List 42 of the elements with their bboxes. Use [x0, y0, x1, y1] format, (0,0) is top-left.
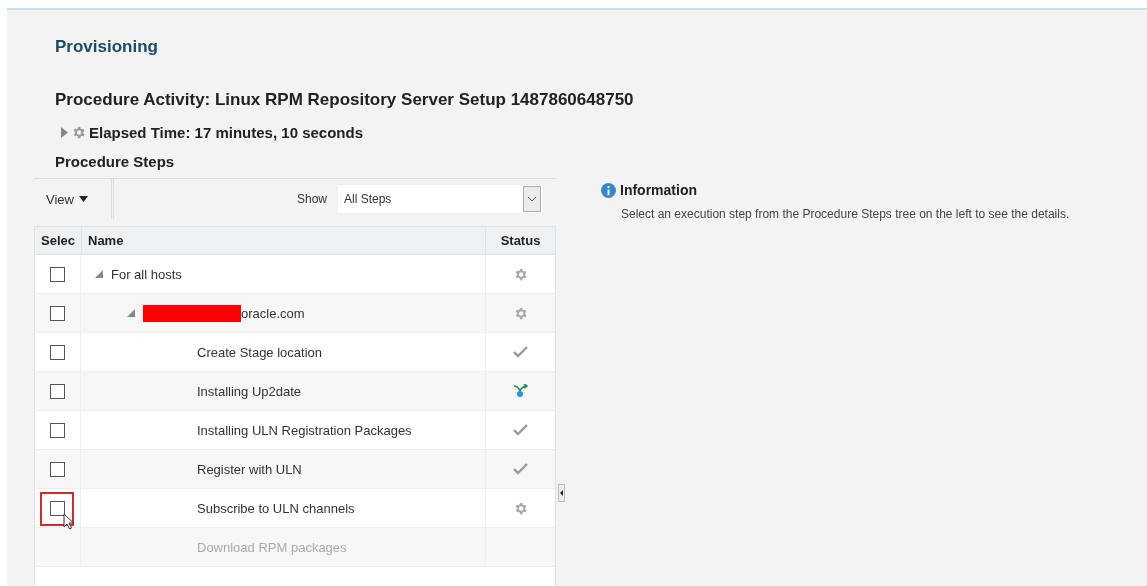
row-checkbox[interactable]: [50, 305, 65, 321]
row-checkbox[interactable]: [50, 266, 65, 282]
step-name[interactable]: Create Stage location: [197, 344, 323, 360]
activity-title: Procedure Activity: Linux RPM Repository Server Setup 1487860648750: [55, 90, 635, 110]
view-menu[interactable]: View: [34, 179, 114, 219]
checkmark-icon: [513, 424, 528, 436]
row-checkbox[interactable]: [50, 500, 65, 516]
info-icon: [601, 182, 616, 198]
step-name[interactable]: oracle.com: [241, 305, 305, 321]
expanded-triangle-icon[interactable]: [95, 270, 103, 278]
collapse-handle[interactable]: [558, 484, 565, 502]
show-dropdown[interactable]: All Steps: [337, 184, 544, 214]
step-name[interactable]: For all hosts: [111, 266, 182, 282]
checkmark-icon: [513, 346, 528, 358]
show-label: Show: [296, 192, 327, 206]
step-name[interactable]: Subscribe to ULN channels: [197, 500, 355, 516]
row-checkbox[interactable]: [50, 383, 65, 399]
elapsed-time: Elapsed Time: 17 minutes, 10 seconds: [89, 124, 363, 141]
info-title: Information: [620, 182, 697, 198]
column-header[interactable]: Selec: [35, 227, 81, 254]
row-checkbox[interactable]: [50, 422, 65, 438]
gear-icon: [513, 500, 528, 516]
row-checkbox[interactable]: [50, 344, 65, 360]
step-name[interactable]: Installing Up2date: [197, 383, 302, 399]
row-checkbox[interactable]: [50, 461, 65, 477]
column-header[interactable]: Name: [81, 227, 485, 254]
step-name[interactable]: Register with ULN: [197, 461, 302, 477]
gear-icon: [513, 266, 528, 282]
chevron-down-icon: [528, 196, 536, 202]
step-name[interactable]: Installing ULN Registration Packages: [197, 422, 412, 438]
caret-icon: [78, 196, 88, 202]
checkmark-icon: [513, 463, 528, 475]
caret-left-icon: [560, 490, 563, 496]
expanded-triangle-icon[interactable]: [127, 309, 135, 317]
page-title: Provisioning: [55, 37, 159, 57]
collapsed-triangle-icon[interactable]: [61, 127, 68, 138]
gear-icon: [71, 125, 86, 140]
gear-icon: [513, 305, 528, 321]
info-text: Select an execution step from the Procedure Steps tree on the left to see the details.: [621, 207, 1070, 221]
section-title: Procedure Steps: [55, 153, 176, 170]
branch-icon: [513, 384, 528, 398]
column-header[interactable]: Status: [485, 227, 555, 254]
